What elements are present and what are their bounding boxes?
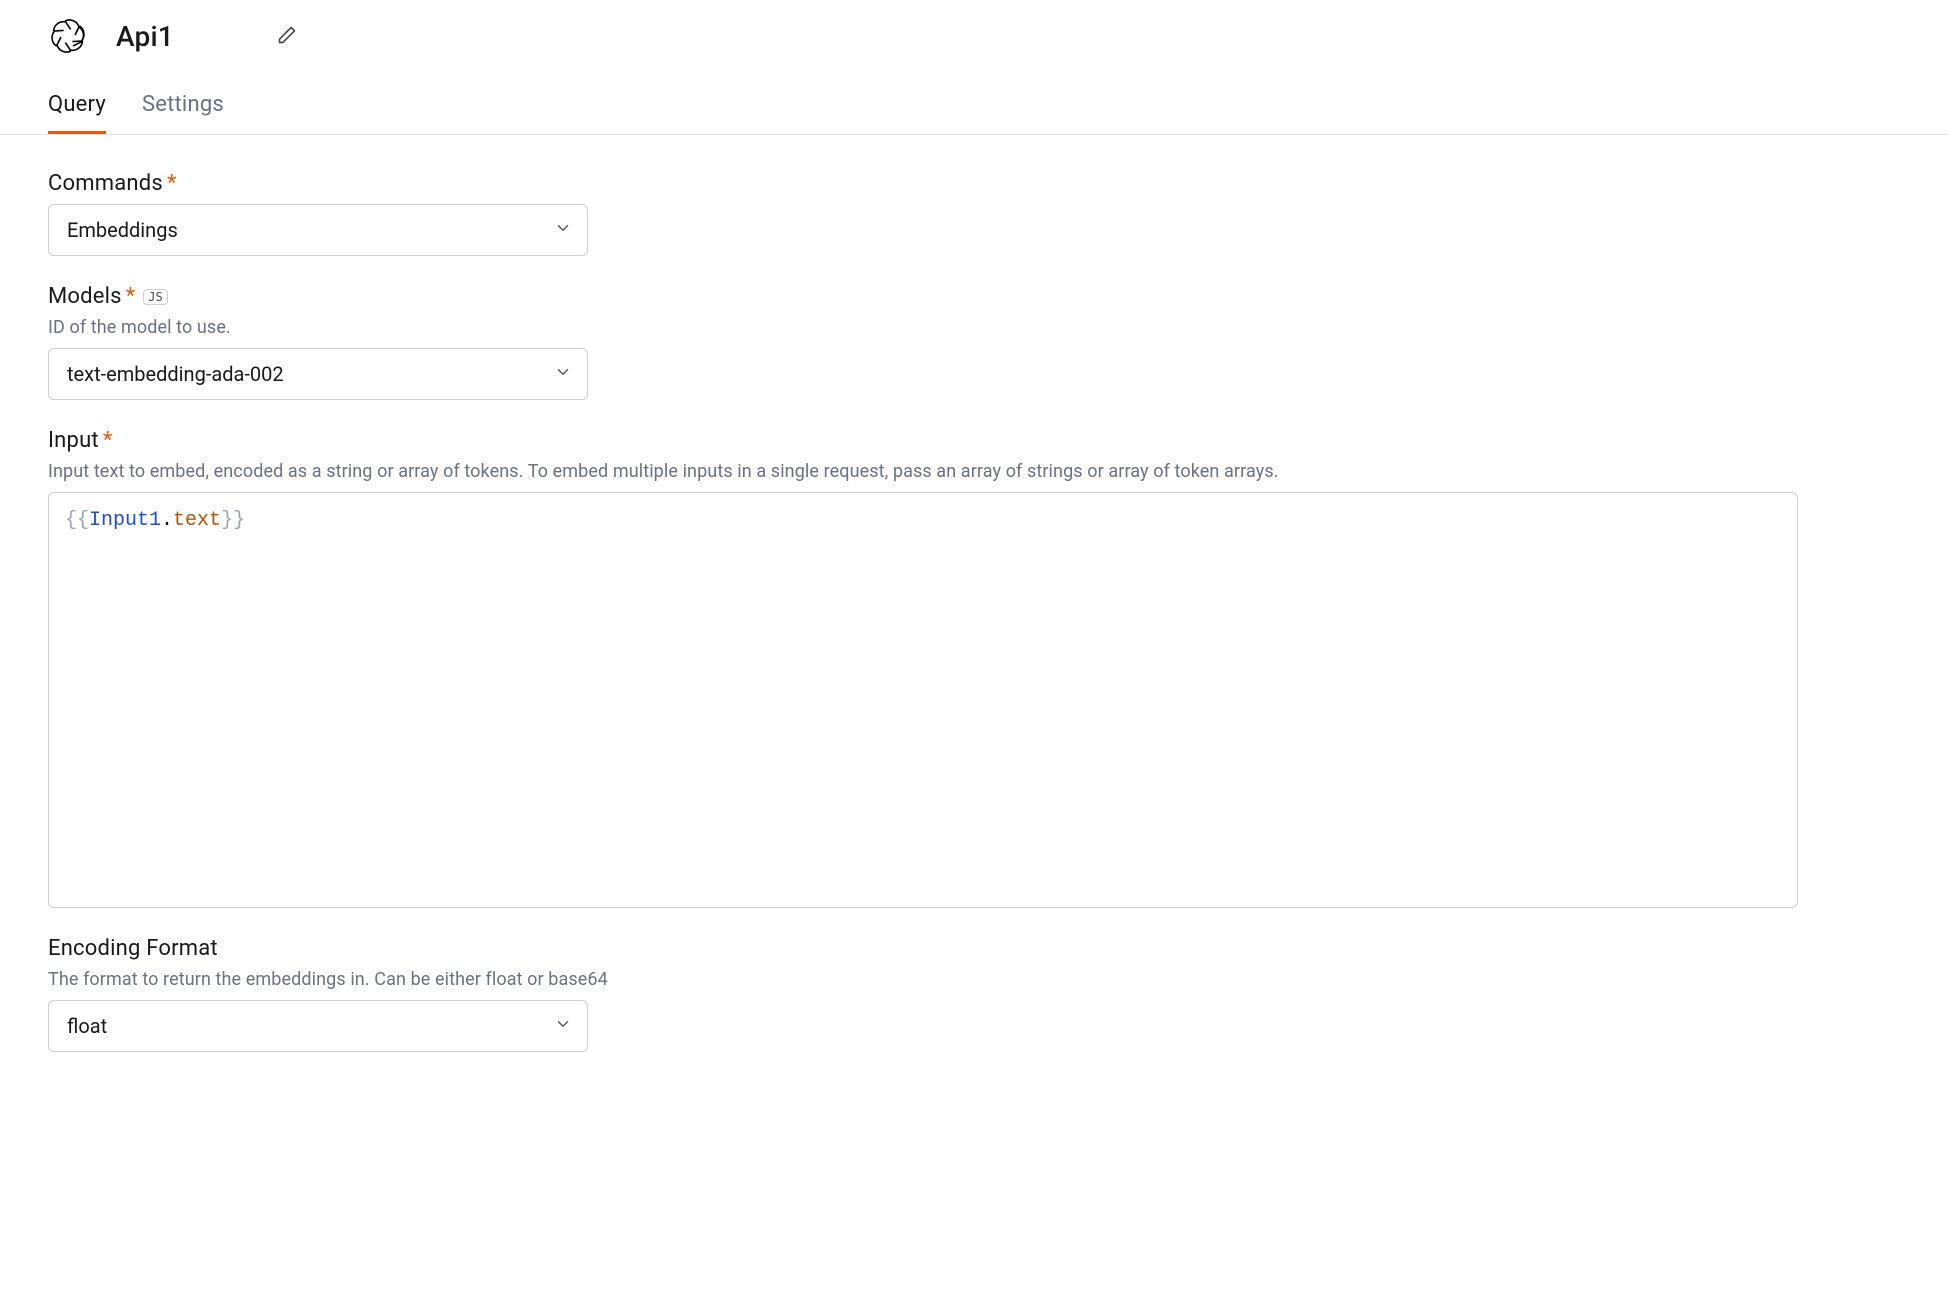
tabs-bar: Query Settings bbox=[0, 92, 1948, 135]
js-badge[interactable]: JS bbox=[143, 289, 167, 305]
required-marker: * bbox=[167, 171, 176, 196]
field-encoding-format: Encoding Format The format to return the… bbox=[48, 936, 1900, 1052]
input-code-editor[interactable]: {{Input1.text}} bbox=[48, 492, 1798, 908]
commands-select-wrap: Embeddings bbox=[48, 204, 588, 256]
field-input-help: Input text to embed, encoded as a string… bbox=[48, 461, 1900, 482]
encoding-format-select[interactable]: float bbox=[48, 1000, 588, 1052]
encoding-format-select-wrap: float bbox=[48, 1000, 588, 1052]
field-models-label-row: Models* JS bbox=[48, 284, 1900, 309]
field-encoding-format-label-row: Encoding Format bbox=[48, 936, 1900, 961]
header: Api1 bbox=[0, 8, 1948, 64]
tab-settings[interactable]: Settings bbox=[142, 92, 224, 134]
commands-select-value: Embeddings bbox=[67, 218, 178, 242]
code-token-property: text bbox=[173, 509, 221, 532]
code-token-dot: . bbox=[161, 509, 173, 532]
required-marker: * bbox=[126, 284, 135, 309]
field-commands: Commands* Embeddings bbox=[48, 171, 1900, 256]
field-models: Models* JS ID of the model to use. text-… bbox=[48, 284, 1900, 400]
field-input-label-row: Input* bbox=[48, 428, 1900, 453]
required-marker: * bbox=[103, 428, 112, 453]
form-area: Commands* Embeddings Models* JS ID of th… bbox=[0, 135, 1948, 1120]
code-token-open-brace: {{ bbox=[65, 509, 89, 532]
openai-logo-icon bbox=[48, 16, 88, 56]
panel-toggle-button[interactable] bbox=[1908, 97, 1932, 121]
toolbar-right bbox=[1908, 97, 1932, 129]
field-encoding-format-label: Encoding Format bbox=[48, 936, 218, 961]
encoding-format-select-value: float bbox=[67, 1014, 107, 1038]
field-encoding-format-help: The format to return the embeddings in. … bbox=[48, 969, 1900, 990]
models-select-wrap: text-embedding-ada-002 bbox=[48, 348, 588, 400]
commands-select[interactable]: Embeddings bbox=[48, 204, 588, 256]
field-input: Input* Input text to embed, encoded as a… bbox=[48, 428, 1900, 908]
code-token-identifier: Input1 bbox=[89, 509, 161, 532]
api-title: Api1 bbox=[116, 20, 174, 53]
edit-title-button[interactable] bbox=[273, 22, 301, 50]
models-select-value: text-embedding-ada-002 bbox=[67, 362, 284, 386]
models-select[interactable]: text-embedding-ada-002 bbox=[48, 348, 588, 400]
field-models-help: ID of the model to use. bbox=[48, 317, 1900, 338]
tab-query[interactable]: Query bbox=[48, 92, 106, 134]
field-input-label: Input bbox=[48, 428, 99, 453]
field-commands-label: Commands bbox=[48, 171, 163, 196]
tabs: Query Settings bbox=[48, 92, 224, 134]
code-token-close-brace: }} bbox=[221, 509, 245, 532]
field-models-label: Models bbox=[48, 284, 122, 309]
pencil-icon bbox=[277, 25, 297, 48]
page-root: Api1 Query Settings bbox=[0, 0, 1948, 1120]
field-commands-label-row: Commands* bbox=[48, 171, 1900, 196]
